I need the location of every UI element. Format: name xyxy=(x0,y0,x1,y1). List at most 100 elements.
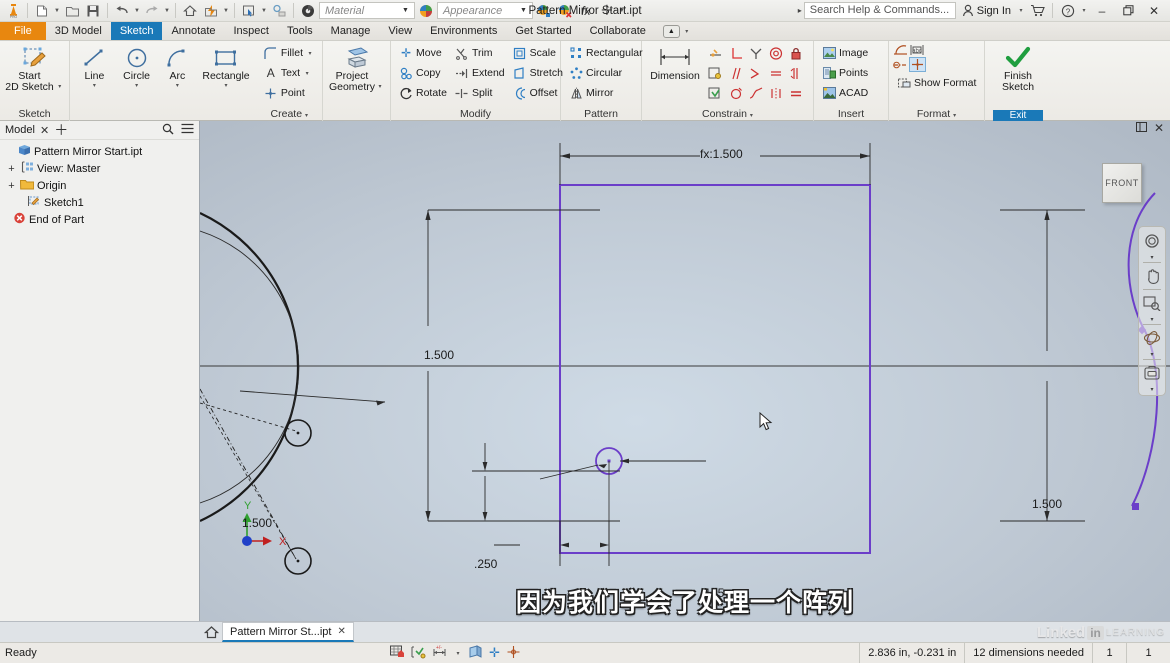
chevron-down-icon[interactable]: ▾ xyxy=(56,71,64,90)
add-icon[interactable]: ✛ xyxy=(597,1,617,20)
offset-button[interactable]: Offset xyxy=(509,83,567,103)
pan-hand-icon[interactable] xyxy=(1141,266,1163,286)
chevron-down-icon[interactable]: ▾ xyxy=(222,82,230,89)
point-button[interactable]: Point xyxy=(260,83,318,103)
exit-tag[interactable]: Exit xyxy=(993,110,1043,121)
update-icon[interactable] xyxy=(201,1,221,20)
constraint-inference-icon[interactable] xyxy=(411,645,426,662)
left-height-dimension-label[interactable]: 1.500 xyxy=(424,348,454,362)
parallel-constraint-icon[interactable] xyxy=(726,63,746,83)
concentric-constraint-icon[interactable] xyxy=(766,43,786,63)
chevron-down-icon[interactable]: ▼ xyxy=(260,8,268,14)
tab-collaborate[interactable]: Collaborate xyxy=(581,22,655,40)
search-input[interactable]: Search Help & Commands... xyxy=(803,2,956,19)
hole-diameter-label[interactable]: .125 xyxy=(701,586,724,600)
symmetric2-constraint-icon[interactable] xyxy=(766,83,786,103)
shopping-cart-icon[interactable] xyxy=(1027,1,1047,20)
chevron-down-icon[interactable]: ▾ xyxy=(90,82,98,89)
view-styles-icon[interactable] xyxy=(1141,363,1163,383)
restore-window-icon[interactable] xyxy=(1135,121,1147,135)
chevron-down-icon[interactable]: ▼ xyxy=(163,8,171,14)
chevron-down-icon[interactable]: ▾ xyxy=(953,113,956,119)
chevron-down-icon[interactable]: ▾ xyxy=(133,82,141,89)
help-icon[interactable]: ? xyxy=(1058,1,1078,20)
chevron-down-icon[interactable]: ▾ xyxy=(454,650,462,657)
tab-environments[interactable]: Environments xyxy=(421,22,506,40)
show-format-button[interactable]: Show Format xyxy=(893,73,980,93)
radius-dimension-label[interactable]: 1.500 xyxy=(242,516,272,530)
save-icon[interactable] xyxy=(83,1,103,20)
tree-expander[interactable]: + xyxy=(6,180,17,192)
slice-graphics-icon[interactable] xyxy=(468,644,483,662)
line-button[interactable]: Line ▾ xyxy=(74,43,115,89)
chevron-down-icon[interactable]: ▼ xyxy=(222,8,230,14)
angle-constraint-icon[interactable] xyxy=(746,63,766,83)
tab-3d-model[interactable]: 3D Model xyxy=(46,22,111,40)
split-button[interactable]: Split xyxy=(451,83,509,103)
tangent-constraint-icon[interactable] xyxy=(746,43,766,63)
close-icon[interactable]: ✕ xyxy=(1154,121,1164,135)
chevron-down-icon[interactable]: ▾ xyxy=(1150,316,1153,323)
tree-node-sketch1[interactable]: Sketch1 xyxy=(0,194,199,211)
tree-node-document[interactable]: Pattern Mirror Start.ipt xyxy=(0,143,199,160)
appearance-selector[interactable]: Appearance ▼ xyxy=(436,2,533,19)
finish-sketch-button[interactable]: Finish Sketch xyxy=(989,43,1047,93)
view-cube[interactable]: FRONT xyxy=(1102,163,1142,203)
undo-icon[interactable] xyxy=(112,1,132,20)
fillet-button[interactable]: Fillet ▾ xyxy=(260,43,318,63)
smooth-constraint-icon[interactable] xyxy=(746,83,766,103)
tab-sketch[interactable]: Sketch xyxy=(110,22,163,40)
horizontal-constraint-icon[interactable] xyxy=(766,63,786,83)
move-button[interactable]: ✛ Move xyxy=(395,43,451,63)
rectangular-pattern-button[interactable]: Rectangular xyxy=(565,43,647,63)
perpendicular-constraint-icon[interactable] xyxy=(726,43,746,63)
tree-node-view-master[interactable]: + View: Master xyxy=(0,160,199,177)
zoom-tool-icon[interactable] xyxy=(1141,231,1163,251)
auto-project-icon[interactable] xyxy=(506,645,521,662)
open-file-icon[interactable] xyxy=(62,1,82,20)
sketch-grid-icon[interactable] xyxy=(390,645,405,662)
orbit-icon[interactable] xyxy=(1141,328,1163,348)
sign-in-button[interactable]: Sign In xyxy=(958,4,1015,17)
clear-appearance-icon[interactable] xyxy=(555,1,575,20)
close-button[interactable]: ✕ xyxy=(1142,1,1166,21)
document-tab[interactable]: Pattern Mirror St...ipt ✕ xyxy=(222,622,354,642)
tree-expander[interactable]: + xyxy=(6,163,17,175)
top-width-dimension-label[interactable]: fx:1.500 xyxy=(700,147,743,161)
start-2d-sketch-button[interactable]: Start 2D Sketch ▾ xyxy=(4,43,65,93)
new-file-icon[interactable] xyxy=(32,1,52,20)
tangent2-constraint-icon[interactable] xyxy=(726,83,746,103)
chevron-down-icon[interactable]: ▾ xyxy=(1080,7,1088,14)
ribbon-minimize-group[interactable]: ▲ ▾ xyxy=(655,22,691,40)
chevron-down-icon[interactable]: ▾ xyxy=(173,82,181,89)
restore-button[interactable] xyxy=(1116,1,1140,21)
dimension-display-icon[interactable]: +/- xyxy=(432,645,448,662)
dimension-button[interactable]: Dimension xyxy=(646,43,704,82)
coincident-constraint-icon[interactable] xyxy=(704,43,726,63)
scale-button[interactable]: Scale xyxy=(509,43,567,63)
material-selector[interactable]: Material ▼ xyxy=(319,2,415,19)
project-geometry-button[interactable]: Project Geometry ▾ xyxy=(327,43,386,93)
acad-button[interactable]: ACAD xyxy=(818,83,872,103)
hamburger-menu-icon[interactable] xyxy=(181,123,194,137)
chevron-down-icon[interactable]: ▼ xyxy=(399,7,412,14)
home-icon[interactable] xyxy=(180,1,200,20)
close-icon[interactable]: ✕ xyxy=(337,626,345,637)
equal-constraint-icon[interactable] xyxy=(786,83,806,103)
hole-vertical-offset-label[interactable]: .250 xyxy=(474,557,497,571)
chevron-down-icon[interactable]: ▾ xyxy=(1150,351,1153,358)
more-options-icon[interactable]: ▾ xyxy=(1150,386,1153,393)
tab-manage[interactable]: Manage xyxy=(322,22,380,40)
chevron-down-icon[interactable]: ▾ xyxy=(376,71,384,90)
snap-to-grid-icon[interactable]: ✛ xyxy=(489,645,500,661)
arc-button[interactable]: Arc ▾ xyxy=(158,43,196,89)
symmetric-constraint-icon[interactable] xyxy=(704,83,726,103)
rectangle-button[interactable]: Rectangle ▾ xyxy=(196,43,256,89)
right-height-dimension-label[interactable]: 1.500 xyxy=(1032,497,1062,511)
construction-line-icon[interactable] xyxy=(893,43,909,57)
search-icon[interactable] xyxy=(162,123,174,138)
search-expander-icon[interactable]: ▸ xyxy=(798,6,802,15)
center-point-icon[interactable] xyxy=(909,57,926,72)
chevron-down-icon[interactable]: ▼ xyxy=(133,8,141,14)
circular-pattern-button[interactable]: Circular xyxy=(565,63,647,83)
